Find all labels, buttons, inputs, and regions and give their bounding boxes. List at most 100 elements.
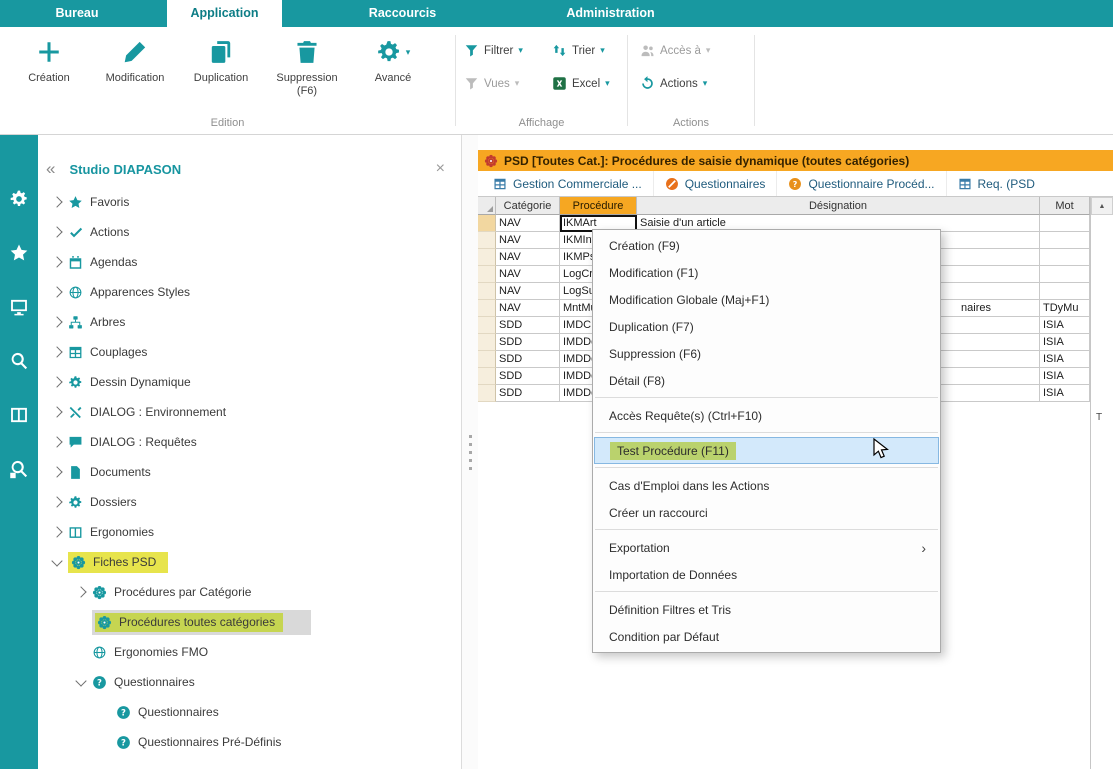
- tree-item-documents[interactable]: Documents: [38, 457, 461, 487]
- chevron-right-icon[interactable]: [51, 526, 62, 537]
- chevron-right-icon[interactable]: [51, 376, 62, 387]
- cell-mot[interactable]: [1040, 249, 1090, 266]
- menu-item-creer-raccourci[interactable]: Créer un raccourci: [593, 499, 940, 526]
- actions-button[interactable]: Actions ▾: [640, 76, 754, 91]
- columns-icon[interactable]: [9, 405, 29, 425]
- monitor-icon[interactable]: [9, 297, 29, 317]
- suppression-button[interactable]: Suppression(F6): [264, 29, 350, 115]
- row-selector[interactable]: [478, 334, 496, 351]
- row-selector[interactable]: [478, 215, 496, 232]
- tree-item-ergonomies-fmo[interactable]: Ergonomies FMO: [38, 637, 461, 667]
- chevron-right-icon[interactable]: [51, 436, 62, 447]
- menu-item-modification[interactable]: Modification (F1): [593, 259, 940, 286]
- row-selector[interactable]: [478, 351, 496, 368]
- cell-mot[interactable]: [1040, 232, 1090, 249]
- scroll-up-button[interactable]: ▲: [1091, 197, 1113, 215]
- tab-req-psd[interactable]: Req. (PSD: [946, 171, 1046, 196]
- duplication-button[interactable]: Duplication: [178, 29, 264, 115]
- ribbon-tab-bureau[interactable]: Bureau: [22, 0, 132, 27]
- star-icon[interactable]: [9, 243, 29, 263]
- chevron-right-icon[interactable]: [51, 346, 62, 357]
- avance-button[interactable]: ▾ Avancé: [350, 29, 436, 115]
- tree-item-agendas[interactable]: Agendas: [38, 247, 461, 277]
- row-selector[interactable]: [478, 300, 496, 317]
- acces-a-button[interactable]: Accès à ▾: [640, 43, 754, 58]
- row-selector[interactable]: [478, 266, 496, 283]
- ribbon-tab-administration[interactable]: Administration: [528, 0, 693, 27]
- tree-item-apparences-styles[interactable]: Apparences Styles: [38, 277, 461, 307]
- ribbon-tab-application[interactable]: Application: [167, 0, 282, 27]
- tab-gestion-commerciale[interactable]: Gestion Commerciale ...: [482, 171, 653, 196]
- column-header-designation[interactable]: Désignation: [637, 197, 1040, 215]
- tree-item-ergonomies[interactable]: Ergonomies: [38, 517, 461, 547]
- tree-item-dialog-environnement[interactable]: DIALOG : Environnement: [38, 397, 461, 427]
- cell-categorie[interactable]: NAV: [496, 300, 560, 317]
- creation-button[interactable]: Création: [6, 29, 92, 115]
- excel-button[interactable]: Excel ▾: [552, 76, 628, 91]
- tree-item-dialog-requetes[interactable]: DIALOG : Requêtes: [38, 427, 461, 457]
- cell-categorie[interactable]: SDD: [496, 385, 560, 402]
- cell-categorie[interactable]: NAV: [496, 283, 560, 300]
- modification-button[interactable]: Modification: [92, 29, 178, 115]
- cell-categorie[interactable]: NAV: [496, 266, 560, 283]
- chevron-right-icon[interactable]: [51, 496, 62, 507]
- row-selector[interactable]: [478, 385, 496, 402]
- tree-item-dessin-dynamique[interactable]: Dessin Dynamique: [38, 367, 461, 397]
- close-panel-button[interactable]: ×: [436, 160, 451, 178]
- chevron-right-icon[interactable]: [51, 256, 62, 267]
- trier-button[interactable]: Trier ▾: [552, 43, 628, 58]
- row-selector[interactable]: [478, 368, 496, 385]
- tab-questionnaire-proced[interactable]: Questionnaire Procéd...: [776, 171, 945, 196]
- chevron-right-icon[interactable]: [51, 466, 62, 477]
- cell-categorie[interactable]: SDD: [496, 317, 560, 334]
- tree-item-questionnaires-2[interactable]: Questionnaires: [38, 697, 461, 727]
- chevron-right-icon[interactable]: [51, 226, 62, 237]
- tree-item-questionnaires[interactable]: Questionnaires: [38, 667, 461, 697]
- chevron-right-icon[interactable]: [75, 586, 86, 597]
- row-selector[interactable]: [478, 249, 496, 266]
- menu-item-definition-filtres-tris[interactable]: Définition Filtres et Tris: [593, 596, 940, 623]
- tree-item-questionnaires-pre-definis[interactable]: Questionnaires Pré-Définis: [38, 727, 461, 757]
- menu-item-acces-requetes[interactable]: Accès Requête(s) (Ctrl+F10): [593, 402, 940, 429]
- collapse-panel-button[interactable]: «: [46, 159, 55, 179]
- menu-item-condition-par-defaut[interactable]: Condition par Défaut: [593, 623, 940, 650]
- gear-icon[interactable]: [9, 189, 29, 209]
- column-header-mot[interactable]: Mot: [1040, 197, 1090, 215]
- cell-mot[interactable]: TDyMu: [1040, 300, 1090, 317]
- search-plus-icon[interactable]: [9, 459, 29, 479]
- cell-categorie[interactable]: NAV: [496, 215, 560, 232]
- menu-item-modification-globale[interactable]: Modification Globale (Maj+F1): [593, 286, 940, 313]
- column-header-categorie[interactable]: Catégorie: [496, 197, 560, 215]
- cell-mot[interactable]: ISIA: [1040, 351, 1090, 368]
- cell-categorie[interactable]: SDD: [496, 368, 560, 385]
- search-icon[interactable]: [9, 351, 29, 371]
- cell-categorie[interactable]: NAV: [496, 249, 560, 266]
- chevron-right-icon[interactable]: [51, 406, 62, 417]
- cell-categorie[interactable]: NAV: [496, 232, 560, 249]
- panel-splitter[interactable]: [462, 135, 478, 769]
- cell-mot[interactable]: [1040, 283, 1090, 300]
- cell-categorie[interactable]: SDD: [496, 334, 560, 351]
- tree-item-procedures-toutes-categories[interactable]: Procédures toutes catégories: [38, 607, 461, 637]
- menu-item-creation[interactable]: Création (F9): [593, 232, 940, 259]
- chevron-right-icon[interactable]: [51, 316, 62, 327]
- chevron-down-icon[interactable]: [51, 555, 62, 566]
- tree-item-arbres[interactable]: Arbres: [38, 307, 461, 337]
- tab-questionnaires[interactable]: Questionnaires: [653, 171, 777, 196]
- menu-item-importation-donnees[interactable]: Importation de Données: [593, 561, 940, 588]
- cell-mot[interactable]: ISIA: [1040, 368, 1090, 385]
- menu-item-cas-emploi-actions[interactable]: Cas d'Emploi dans les Actions: [593, 472, 940, 499]
- tree-item-procedures-par-categorie[interactable]: Procédures par Catégorie: [38, 577, 461, 607]
- grid-scrollbar[interactable]: ▲ T: [1090, 197, 1113, 769]
- row-selector[interactable]: [478, 232, 496, 249]
- menu-item-duplication[interactable]: Duplication (F7): [593, 313, 940, 340]
- tree-item-dossiers[interactable]: Dossiers: [38, 487, 461, 517]
- tree-item-favoris[interactable]: Favoris: [38, 187, 461, 217]
- cell-mot[interactable]: [1040, 215, 1090, 232]
- ribbon-tab-raccourcis[interactable]: Raccourcis: [345, 0, 460, 27]
- cell-mot[interactable]: ISIA: [1040, 385, 1090, 402]
- cell-mot[interactable]: ISIA: [1040, 317, 1090, 334]
- tree-item-couplages[interactable]: Couplages: [38, 337, 461, 367]
- tree-item-fiches-psd[interactable]: Fiches PSD: [38, 547, 461, 577]
- menu-item-exportation[interactable]: Exportation ›: [593, 534, 940, 561]
